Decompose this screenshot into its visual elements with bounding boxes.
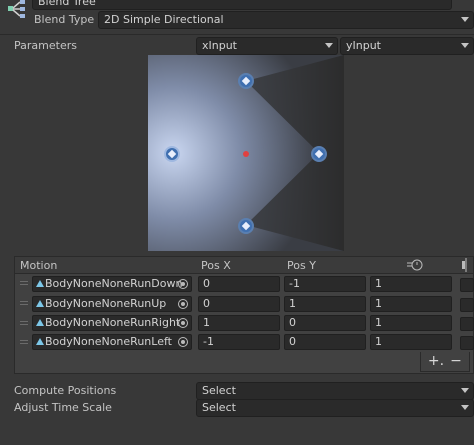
tree-name-field[interactable]: Blend Tree <box>32 0 452 10</box>
pos-y-field[interactable]: 0 <box>284 334 366 350</box>
time-scale-field[interactable]: 1 <box>370 296 452 312</box>
chevron-down-icon <box>325 43 333 48</box>
animation-clip-icon <box>36 300 44 307</box>
motion-node-up[interactable] <box>238 73 254 89</box>
pos-x-field[interactable]: -1 <box>198 334 280 350</box>
pos-y-field[interactable]: 0 <box>284 315 366 331</box>
pos-y-field[interactable]: -1 <box>284 276 366 292</box>
time-scale-field[interactable]: 1 <box>370 315 452 331</box>
add-motion-button[interactable]: +. <box>427 354 445 370</box>
motion-name: BodyNoneNoneRunLeft <box>45 335 172 348</box>
chevron-down-icon <box>461 17 469 22</box>
blend-type-value: 2D Simple Directional <box>104 13 224 26</box>
adjust-time-scale-value: Select <box>202 401 236 414</box>
motion-node-left[interactable] <box>164 146 180 162</box>
time-scale-field[interactable]: 1 <box>370 276 452 292</box>
mirror-checkbox[interactable] <box>460 278 474 292</box>
animation-clip-icon <box>36 280 44 287</box>
drag-handle[interactable] <box>20 281 28 287</box>
motion-name: BodyNoneNoneRunRight <box>45 316 181 329</box>
mirror-checkbox[interactable] <box>460 298 474 312</box>
motion-field[interactable]: BodyNoneNoneRunLeft <box>32 334 192 350</box>
object-picker-icon[interactable] <box>178 337 188 347</box>
object-picker-icon[interactable] <box>178 279 188 289</box>
animation-clip-icon <box>36 319 44 326</box>
motion-field[interactable]: BodyNoneNoneRunUp <box>32 296 192 312</box>
motion-node-down[interactable] <box>238 218 254 234</box>
tree-name-value: Blend Tree <box>38 0 96 8</box>
mirror-checkbox[interactable] <box>460 336 474 350</box>
motion-field[interactable]: BodyNoneNoneRunRight <box>32 315 192 331</box>
pos-x-field[interactable]: 0 <box>198 276 280 292</box>
remove-motion-button[interactable]: − <box>447 354 465 370</box>
time-scale-field[interactable]: 1 <box>370 334 452 350</box>
y-parameter-value: yInput <box>346 39 381 52</box>
motion-column-header: Motion <box>20 259 58 272</box>
x-parameter-dropdown[interactable]: xInput <box>196 37 338 55</box>
object-picker-icon[interactable] <box>178 299 188 309</box>
blend-type-dropdown[interactable]: 2D Simple Directional <box>98 11 474 29</box>
pos-x-column-header: Pos X <box>201 259 231 272</box>
pos-x-field[interactable]: 1 <box>198 315 280 331</box>
compute-positions-value: Select <box>202 384 236 397</box>
chevron-down-icon <box>461 43 469 48</box>
motion-name: BodyNoneNoneRunUp <box>45 297 167 310</box>
chevron-down-icon <box>461 388 469 393</box>
current-position-marker <box>243 151 249 157</box>
parameters-label: Parameters <box>14 39 77 52</box>
motion-field[interactable]: BodyNoneNoneRunDown <box>32 276 192 292</box>
adjust-time-scale-label: Adjust Time Scale <box>14 401 112 414</box>
blend-type-label: Blend Type <box>34 13 95 26</box>
x-parameter-value: xInput <box>202 39 237 52</box>
y-parameter-dropdown[interactable]: yInput <box>340 37 474 55</box>
compute-positions-label: Compute Positions <box>14 384 117 397</box>
blend-graph[interactable] <box>148 55 344 251</box>
motion-name: BodyNoneNoneRunDown <box>45 277 183 290</box>
divider <box>0 34 474 35</box>
animation-clip-icon <box>36 338 44 345</box>
mirror-checkbox[interactable] <box>460 317 474 331</box>
chevron-down-icon <box>461 405 469 410</box>
drag-handle[interactable] <box>20 301 28 307</box>
pos-y-column-header: Pos Y <box>287 259 316 272</box>
pos-y-field[interactable]: 1 <box>284 296 366 312</box>
motion-node-right[interactable] <box>311 146 327 162</box>
pos-x-field[interactable]: 0 <box>198 296 280 312</box>
object-picker-icon[interactable] <box>178 318 188 328</box>
drag-handle[interactable] <box>20 321 28 327</box>
table-header <box>15 257 473 274</box>
adjust-time-scale-dropdown[interactable]: Select <box>196 399 474 417</box>
blend-tree-icon <box>6 0 28 20</box>
mirror-column-icon <box>461 258 471 272</box>
drag-handle[interactable] <box>20 340 28 346</box>
compute-positions-dropdown[interactable]: Select <box>196 382 474 400</box>
time-scale-column-icon <box>407 258 423 272</box>
